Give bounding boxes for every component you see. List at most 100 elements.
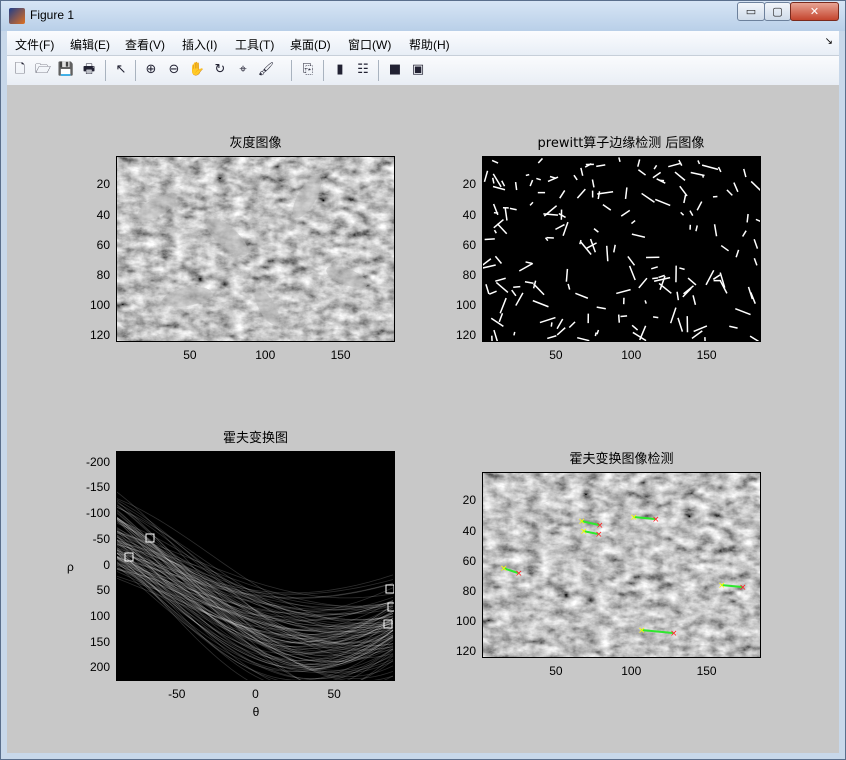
edge-segment bbox=[651, 266, 658, 270]
y-tick-label: 150 bbox=[89, 635, 110, 650]
menu-file[interactable]: 文件(F) bbox=[15, 36, 54, 53]
edge-segment bbox=[576, 188, 586, 199]
dock-arrow-icon[interactable]: ↘ bbox=[825, 36, 833, 47]
edge-segment bbox=[618, 157, 621, 163]
title-bar[interactable]: Figure 1 ▭ ▢ ✕ bbox=[1, 1, 845, 31]
edge-segment bbox=[679, 185, 688, 197]
edge-segment bbox=[596, 329, 600, 335]
new-file-icon[interactable]: 🗋 bbox=[11, 61, 29, 79]
menu-desktop[interactable]: 桌面(D) bbox=[290, 36, 331, 53]
edge-segment bbox=[641, 192, 655, 203]
legend-icon[interactable]: ☷ bbox=[354, 61, 372, 79]
line-start-marker: × bbox=[580, 527, 588, 537]
edge-segment bbox=[637, 169, 647, 176]
hough-detection-title: 霍夫变换图像检测 bbox=[569, 452, 674, 467]
x-tick-label: 100 bbox=[621, 664, 642, 678]
edge-segment bbox=[556, 318, 564, 330]
x-tick-label: 100 bbox=[255, 348, 276, 362]
hough-sinusoid-curves bbox=[117, 491, 394, 680]
edge-segment bbox=[695, 225, 698, 232]
edge-segment bbox=[484, 238, 495, 241]
menu-help[interactable]: 帮助(H) bbox=[409, 36, 450, 53]
edge-segment bbox=[654, 198, 671, 207]
edge-segment bbox=[628, 265, 636, 281]
colorbar-icon[interactable]: ▮ bbox=[331, 61, 349, 79]
y-tick-label: 80 bbox=[96, 267, 110, 282]
y-tick-label: 100 bbox=[455, 613, 476, 628]
edge-segment bbox=[524, 281, 534, 284]
figure-toolbar: 🗋 🗁 💾 🖶 ↖ ⊕ ⊖ ✋ ↻ ⌖ 🖌 ⎘ ▮ ☷ ■ ▣ bbox=[7, 56, 839, 86]
edge-segment bbox=[513, 331, 516, 336]
edge-image-title: prewitt算子边缘检测 后图像 bbox=[537, 136, 705, 151]
edge-segment bbox=[498, 312, 504, 323]
y-tick-label: 80 bbox=[462, 267, 476, 282]
line-start-marker: × bbox=[500, 564, 508, 574]
edge-image-axes[interactable] bbox=[482, 156, 761, 342]
edge-segment bbox=[492, 173, 502, 188]
brush-icon[interactable]: 🖌 bbox=[257, 61, 275, 79]
y-tick-label: 80 bbox=[462, 583, 476, 598]
window-title: Figure 1 bbox=[30, 8, 75, 22]
edge-segment bbox=[549, 175, 557, 180]
link-plot-icon[interactable]: ⎘ bbox=[299, 61, 317, 79]
edge-segment bbox=[580, 167, 584, 176]
hough-transform-axes[interactable] bbox=[116, 451, 395, 681]
y-tick-label: -150 bbox=[85, 479, 110, 494]
edge-segment bbox=[691, 330, 703, 340]
maximize-button[interactable]: ▢ bbox=[764, 2, 791, 21]
edge-line-segments bbox=[483, 157, 760, 341]
edge-segment bbox=[529, 201, 534, 206]
hide-plot-tools-icon[interactable]: ■ bbox=[386, 61, 404, 79]
print-icon[interactable]: 🖶 bbox=[80, 61, 98, 79]
edge-segment bbox=[613, 244, 616, 253]
edge-segment bbox=[620, 315, 628, 318]
line-end-marker: × bbox=[595, 530, 603, 540]
edge-segment bbox=[518, 262, 534, 272]
edge-segment bbox=[496, 223, 508, 235]
edge-segment bbox=[696, 201, 703, 211]
edge-segment bbox=[493, 329, 499, 341]
matlab-logo-icon bbox=[9, 8, 25, 24]
toolbar-separator bbox=[378, 60, 379, 81]
zoom-in-icon[interactable]: ⊕ bbox=[142, 61, 160, 79]
gray-image-axes[interactable] bbox=[116, 156, 395, 342]
edge-segment bbox=[597, 191, 601, 200]
edge-segment bbox=[690, 171, 705, 177]
edge-segment bbox=[492, 185, 506, 191]
edge-segment bbox=[630, 219, 636, 225]
edge-segment bbox=[515, 292, 524, 306]
menu-window[interactable]: 窗口(W) bbox=[348, 36, 391, 53]
edge-segment bbox=[753, 258, 758, 266]
edge-segment bbox=[627, 255, 636, 266]
pan-hand-icon[interactable]: ✋ bbox=[188, 61, 206, 79]
edge-segment bbox=[525, 261, 533, 265]
edge-segment bbox=[713, 224, 718, 237]
edge-segment bbox=[683, 285, 694, 295]
zoom-out-icon[interactable]: ⊖ bbox=[165, 61, 183, 79]
figure-window: Figure 1 ▭ ▢ ✕ 文件(F) 编辑(E) 查看(V) 插入(I) 工… bbox=[0, 0, 846, 760]
rotate-3d-icon[interactable]: ↻ bbox=[211, 61, 229, 79]
x-tick-label: 150 bbox=[330, 348, 351, 362]
open-folder-icon[interactable]: 🗁 bbox=[34, 61, 52, 79]
menu-edit[interactable]: 编辑(E) bbox=[70, 36, 110, 53]
menu-insert[interactable]: 插入(I) bbox=[182, 36, 217, 53]
close-button[interactable]: ✕ bbox=[790, 2, 839, 21]
edge-segment bbox=[720, 244, 730, 252]
show-plot-tools-icon[interactable]: ▣ bbox=[409, 61, 427, 79]
pointer-icon[interactable]: ↖ bbox=[112, 61, 130, 79]
edge-segment bbox=[701, 164, 719, 171]
menu-tools[interactable]: 工具(T) bbox=[235, 36, 274, 53]
menu-view[interactable]: 查看(V) bbox=[125, 36, 165, 53]
y-tick-label: -100 bbox=[85, 506, 110, 521]
data-cursor-icon[interactable]: ⌖ bbox=[234, 61, 252, 79]
save-icon[interactable]: 💾 bbox=[57, 61, 75, 79]
edge-segment bbox=[689, 210, 694, 217]
edge-segment bbox=[579, 241, 592, 255]
hough-detection-axes[interactable]: × × × × × × × × × × × × bbox=[482, 472, 761, 658]
edge-segment bbox=[539, 316, 556, 324]
y-tick-label: 60 bbox=[96, 237, 110, 252]
edge-segment bbox=[491, 177, 495, 184]
x-tick-label: 50 bbox=[183, 348, 197, 362]
edge-segment bbox=[488, 290, 497, 295]
minimize-button[interactable]: ▭ bbox=[737, 2, 765, 21]
